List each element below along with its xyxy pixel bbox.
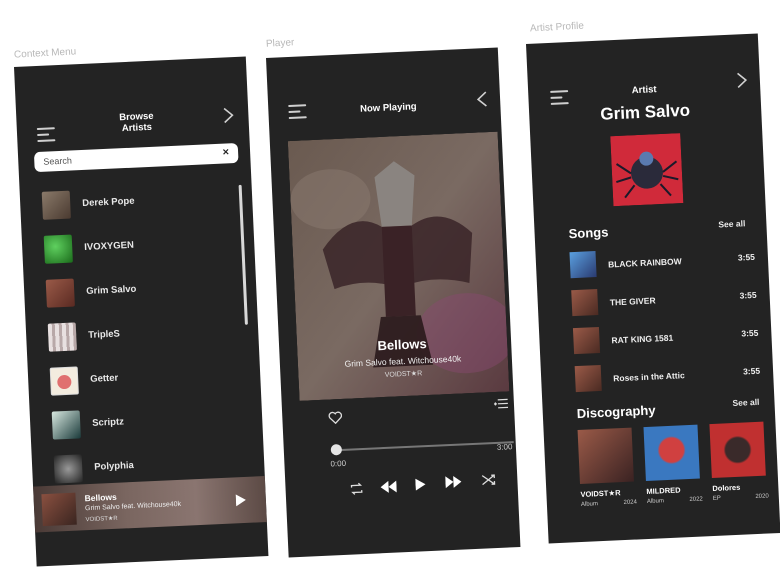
player-screen: Now Playing Bellows Grim Salvo feat. Wit… [266,47,521,558]
play-icon[interactable] [235,494,247,507]
artist-hero-cover [610,133,684,207]
song-thumb [571,289,599,317]
discography-see-all-link[interactable]: See all [732,397,759,408]
artist-name: Polyphia [93,459,135,473]
frame-label-player: Player [265,37,295,50]
context-menu-screen: Browse Artists Search × Derek Pope IVOXY… [14,56,269,567]
artist-item-getter[interactable]: Getter [49,359,251,398]
artist-item-scriptz[interactable]: Scriptz [51,403,253,442]
song-title: BLACK RAINBOW [607,256,682,270]
artist-avatar [43,234,73,264]
queue-icon[interactable] [493,397,509,411]
page-title: Browse Artists [118,110,154,135]
artist-name: Derek Pope [82,195,135,210]
total-time: 3:00 [496,442,513,452]
search-input[interactable]: Search × [33,142,239,173]
artist-profile-screen: Artist Grim Salvo Songs See all BLACK RA… [526,33,780,544]
album-cover [709,421,766,479]
artist-name: Grim Salvo [86,283,137,297]
frame-label-context-menu: Context Menu [13,46,77,61]
album-cover [643,424,700,482]
album-type: EP [712,495,721,502]
artist-name: IVOXYGEN [84,239,135,253]
album-year: 2024 [623,499,638,507]
artist-avatar [41,190,71,220]
artist-item-grim-salvo[interactable]: Grim Salvo [45,271,247,310]
album-year: 2020 [755,493,769,501]
album-title: Dolores [712,482,741,493]
menu-icon[interactable] [288,104,307,119]
album-year: 2022 [689,496,703,504]
song-thumb [572,326,601,355]
menu-icon[interactable] [550,90,569,105]
song-row-the-giver[interactable]: THE GIVER 3:55 [571,282,757,318]
song-row-roses-in-the-attic[interactable]: Roses in the Attic 3:55 [574,358,761,394]
progress-track[interactable] [335,441,514,452]
artist-avatar [45,278,75,308]
chevron-right-icon[interactable] [736,72,749,89]
page-title: Now Playing [359,101,417,115]
chevron-right-icon[interactable] [222,107,235,124]
album-type: Album [580,501,599,508]
songs-heading: Songs [568,224,609,242]
song-row-black-rainbow[interactable]: BLACK RAINBOW 3:55 [569,244,755,280]
mini-player-song: Bellows [84,491,117,504]
songs-see-all-link[interactable]: See all [718,218,745,229]
artist-avatar [49,366,79,396]
song-thumb [569,251,597,279]
repeat-icon[interactable] [349,482,364,496]
song-duration: 3:55 [741,327,759,339]
album-card-voidstar[interactable]: VOIDST★R Album 2024 [577,427,638,510]
next-icon[interactable] [445,475,462,489]
artist-item-ivoxygen[interactable]: IVOXYGEN [43,227,245,266]
previous-icon[interactable] [380,480,397,494]
artist-name: TripleS [88,328,121,341]
song-duration: 3:55 [737,251,756,263]
page-header: Artist [631,84,657,97]
shuffle-icon[interactable] [481,473,496,487]
menu-icon[interactable] [36,127,56,142]
discography-heading: Discography [576,402,656,422]
album-cover: Bellows Grim Salvo feat. Witchouse40k VO… [287,131,510,401]
song-row-rat-king-1581[interactable]: RAT KING 1581 3:55 [572,320,759,356]
album-cover [577,427,634,485]
album-title: VOIDST★R [580,488,621,499]
song-duration: 3:55 [739,289,757,301]
artist-item-triples[interactable]: TripleS [47,315,249,354]
album-type: Album [646,498,665,505]
song-title: Roses in the Attic [613,370,685,384]
progress-knob[interactable] [330,443,343,456]
mini-player-cover [41,492,77,527]
album-card-dolores[interactable]: Dolores EP 2020 [709,421,769,504]
mini-player-album: VOIDST★R [85,515,118,524]
album-card-mildred[interactable]: MILDRED Album 2022 [643,424,703,507]
song-duration: 3:55 [742,365,761,377]
artist-avatar [47,322,77,352]
artist-name: Scriptz [91,416,125,429]
back-chevron-icon[interactable] [476,91,489,108]
song-title: RAT KING 1581 [611,332,674,346]
heart-icon[interactable] [328,411,343,425]
song-thumb [574,364,602,393]
artist-avatar [51,410,81,440]
play-icon[interactable] [415,478,426,491]
elapsed-time: 0:00 [330,458,347,469]
mini-player[interactable]: Bellows Grim Salvo feat. Witchouse40k VO… [33,476,267,533]
song-title: THE GIVER [609,295,656,308]
clear-search-icon[interactable]: × [222,146,229,158]
artist-avatar [53,454,83,484]
artist-item-derek-pope[interactable]: Derek Pope [41,183,243,222]
album-title: MILDRED [646,485,681,496]
frame-label-artist-profile: Artist Profile [529,20,585,35]
artist-name: Getter [89,372,119,385]
